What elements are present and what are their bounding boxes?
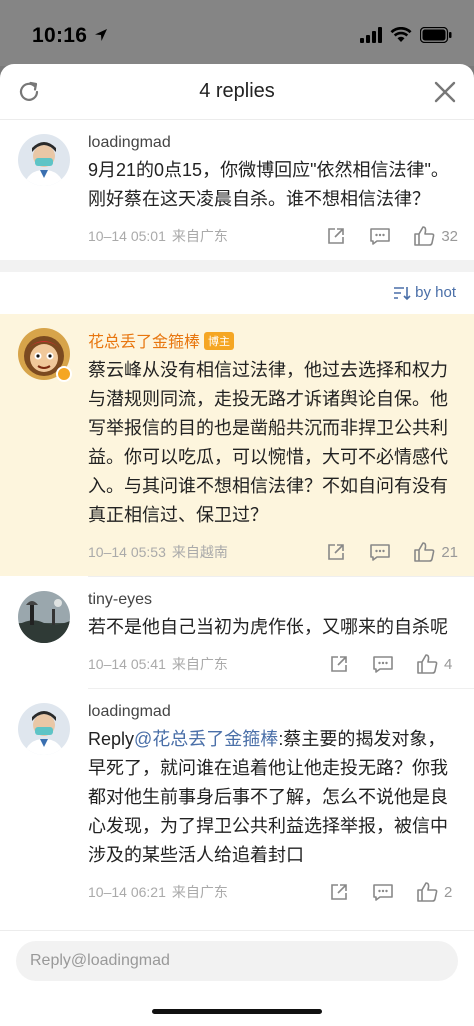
- reply-location: 来自广东: [171, 656, 228, 672]
- location-arrow-icon: [95, 29, 107, 41]
- reply-text: Reply@花总丢了金箍棒:蔡主要的揭发对象，早死了，就问谁在追着他让他走投无路…: [88, 725, 458, 870]
- wifi-icon: [390, 27, 412, 42]
- reply-meta: 10–14 05:53 来自越南 21: [88, 540, 458, 564]
- reply-item: 花总丢了金箍棒 博主 蔡云峰从没有相信过法律，他过去选择和权力与潜规则同流，走投无…: [0, 314, 474, 576]
- reply-time: 10–14 05:53: [88, 544, 166, 560]
- comment-meta: 10–14 05:01 来自广东 32: [88, 224, 458, 248]
- sort-icon: [394, 286, 411, 300]
- sort-label: by hot: [415, 284, 456, 301]
- main-comment: loadingmad 9月21的0点15，你微博回应"依然相信法律"。刚好蔡在这…: [0, 120, 474, 260]
- reply-item: loadingmad Reply@花总丢了金箍棒:蔡主要的揭发对象，早死了，就问…: [0, 689, 474, 916]
- status-time: 10:16: [32, 24, 88, 47]
- home-indicator: [152, 1009, 322, 1014]
- sheet-header: 4 replies: [0, 64, 474, 120]
- reply-meta: 10–14 06:21 来自广东 2: [88, 880, 458, 904]
- reply-time: 10–14 06:21: [88, 884, 166, 900]
- signal-icon: [360, 27, 382, 43]
- reply-location: 来自广东: [171, 884, 228, 900]
- reply-input[interactable]: [16, 941, 458, 981]
- reply-item: tiny-eyes 若不是他自己当初为虎作伥，又哪来的自杀呢 10–14 05:…: [0, 577, 474, 688]
- share-icon[interactable]: [328, 881, 350, 903]
- comment-text: 9月21的0点15，你微博回应"依然相信法律"。刚好蔡在这天凌晨自杀。谁不想相信…: [88, 160, 449, 209]
- like-count: 21: [441, 543, 458, 561]
- like-count: 4: [444, 655, 453, 673]
- reply-username[interactable]: 花总丢了金箍棒 博主: [88, 328, 458, 352]
- reply-text: 蔡云峰从没有相信过法律，他过去选择和权力与潜规则同流，走投无路才诉诸舆论自保。他…: [88, 360, 448, 525]
- like-count: 32: [441, 227, 458, 245]
- reply-meta: 10–14 05:41 来自广东 4: [88, 652, 458, 676]
- comment-icon[interactable]: [372, 881, 394, 903]
- replies-sheet: 4 replies loadingmad 9月21的0点15，你微博回应"依然相…: [0, 64, 474, 1026]
- reply-bar: [0, 930, 474, 1026]
- close-icon[interactable]: [432, 79, 458, 105]
- avatar[interactable]: [18, 703, 70, 755]
- battery-icon: [420, 27, 452, 43]
- like-icon[interactable]: [413, 541, 435, 563]
- verified-badge: [56, 366, 72, 382]
- status-bar: 10:16: [0, 0, 474, 66]
- mention-link[interactable]: @花总丢了金箍棒: [134, 729, 278, 749]
- avatar[interactable]: [18, 134, 70, 186]
- reply-username[interactable]: loadingmad: [88, 703, 458, 721]
- like-icon[interactable]: [416, 881, 438, 903]
- sort-button[interactable]: by hot: [393, 284, 456, 301]
- share-icon[interactable]: [325, 225, 347, 247]
- reply-username-text: 花总丢了金箍棒: [88, 334, 201, 351]
- reply-body: :蔡主要的揭发对象，早死了，就问谁在追着他让他走投无路？你我都对他生前事身后事不…: [88, 729, 448, 865]
- comment-location: 来自广东: [171, 228, 228, 244]
- like-count: 2: [444, 883, 453, 901]
- comment-icon[interactable]: [372, 653, 394, 675]
- share-icon[interactable]: [328, 653, 350, 675]
- reply-text: 若不是他自己当初为虎作伥，又哪来的自杀呢: [88, 617, 448, 637]
- reply-time: 10–14 05:41: [88, 656, 166, 672]
- like-icon[interactable]: [413, 225, 435, 247]
- avatar[interactable]: [18, 591, 70, 643]
- like-icon[interactable]: [416, 653, 438, 675]
- comment-username[interactable]: loadingmad: [88, 134, 458, 152]
- sort-row: by hot: [0, 272, 474, 314]
- reply-username[interactable]: tiny-eyes: [88, 591, 458, 609]
- status-icons: [360, 27, 452, 43]
- page-title: 4 replies: [199, 80, 275, 102]
- reply-prefix: Reply: [88, 729, 135, 749]
- blogger-badge: 博主: [204, 332, 235, 350]
- reply-location: 来自越南: [171, 544, 228, 560]
- separator: [0, 260, 474, 272]
- comment-time: 10–14 05:01: [88, 228, 166, 244]
- comment-icon[interactable]: [369, 225, 391, 247]
- share-icon[interactable]: [325, 541, 347, 563]
- comment-icon[interactable]: [369, 541, 391, 563]
